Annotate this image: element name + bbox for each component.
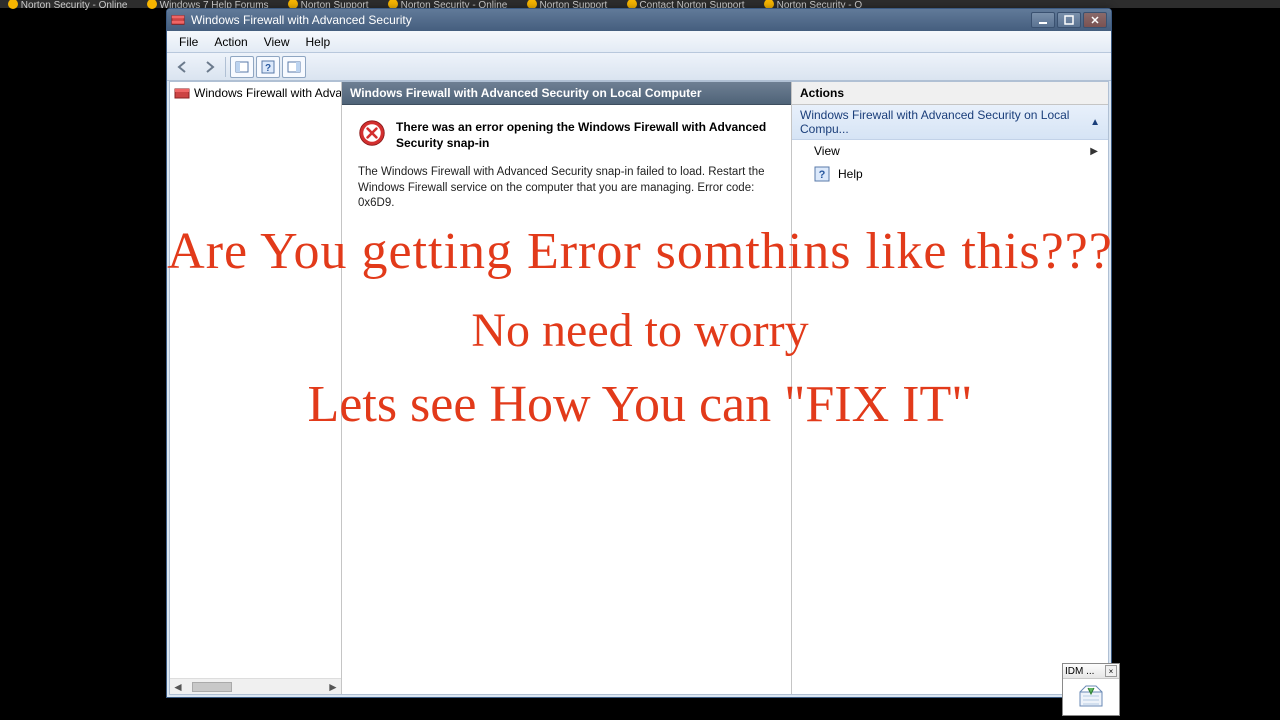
- favicon-icon: [8, 0, 18, 9]
- error-icon: [358, 119, 386, 147]
- action-view[interactable]: View ▶: [792, 140, 1108, 162]
- idm-basket-icon: [1063, 679, 1119, 715]
- svg-text:?: ?: [265, 63, 271, 74]
- firewall-app-icon: [171, 13, 185, 27]
- browser-tab-strip: Norton Security - Online Windows 7 Help …: [0, 0, 1280, 8]
- idm-close-button[interactable]: ×: [1105, 665, 1117, 677]
- minimize-button[interactable]: [1031, 12, 1055, 28]
- close-button[interactable]: [1083, 12, 1107, 28]
- firewall-icon: [174, 85, 190, 101]
- browser-tab[interactable]: Norton Security - Online: [0, 0, 136, 11]
- nav-back-button[interactable]: [171, 56, 195, 78]
- nav-forward-button[interactable]: [197, 56, 221, 78]
- idm-drop-target[interactable]: IDM ... ×: [1062, 663, 1120, 716]
- error-title: There was an error opening the Windows F…: [396, 119, 775, 151]
- toolbar: ?: [167, 53, 1111, 81]
- action-help[interactable]: ? Help: [792, 162, 1108, 186]
- idm-title-label: IDM ...: [1065, 666, 1094, 677]
- action-view-label: View: [814, 144, 840, 158]
- scroll-thumb[interactable]: [192, 682, 232, 692]
- error-detail: The Windows Firewall with Advanced Secur…: [358, 165, 775, 212]
- help-icon: ?: [814, 166, 830, 182]
- menu-action[interactable]: Action: [206, 33, 255, 51]
- menu-file[interactable]: File: [171, 33, 206, 51]
- actions-group-title[interactable]: Windows Firewall with Advanced Security …: [792, 105, 1108, 140]
- tree-pane: Windows Firewall with Advance ◄ ►: [170, 82, 342, 694]
- tree-root-label: Windows Firewall with Advance: [194, 86, 341, 100]
- window-title: Windows Firewall with Advanced Security: [191, 13, 1031, 27]
- actions-pane: Actions Windows Firewall with Advanced S…: [792, 82, 1108, 694]
- titlebar[interactable]: Windows Firewall with Advanced Security: [167, 9, 1111, 31]
- mmc-window: Windows Firewall with Advanced Security …: [166, 8, 1112, 698]
- collapse-icon[interactable]: ▲: [1090, 117, 1100, 128]
- client-area: Windows Firewall with Advance ◄ ► Window…: [169, 81, 1109, 695]
- menu-help[interactable]: Help: [298, 33, 339, 51]
- maximize-button[interactable]: [1057, 12, 1081, 28]
- actions-group-label: Windows Firewall with Advanced Security …: [800, 108, 1090, 136]
- menubar: File Action View Help: [167, 31, 1111, 53]
- actions-pane-header: Actions: [792, 82, 1108, 105]
- menu-view[interactable]: View: [256, 33, 298, 51]
- scroll-left-icon[interactable]: ◄: [170, 680, 186, 694]
- scroll-right-icon[interactable]: ►: [325, 680, 341, 694]
- show-hide-tree-button[interactable]: [230, 56, 254, 78]
- help-button[interactable]: ?: [256, 56, 280, 78]
- toolbar-separator: [225, 57, 226, 77]
- chevron-right-icon: ▶: [1090, 146, 1098, 157]
- tree-root-node[interactable]: Windows Firewall with Advance: [172, 84, 339, 102]
- tree-horizontal-scrollbar[interactable]: ◄ ►: [170, 678, 341, 694]
- svg-text:?: ?: [819, 169, 826, 181]
- action-help-label: Help: [838, 167, 863, 181]
- favicon-icon: [147, 0, 157, 9]
- center-pane-header: Windows Firewall with Advanced Security …: [342, 82, 791, 105]
- show-hide-action-pane-button[interactable]: [282, 56, 306, 78]
- center-pane: Windows Firewall with Advanced Security …: [342, 82, 792, 694]
